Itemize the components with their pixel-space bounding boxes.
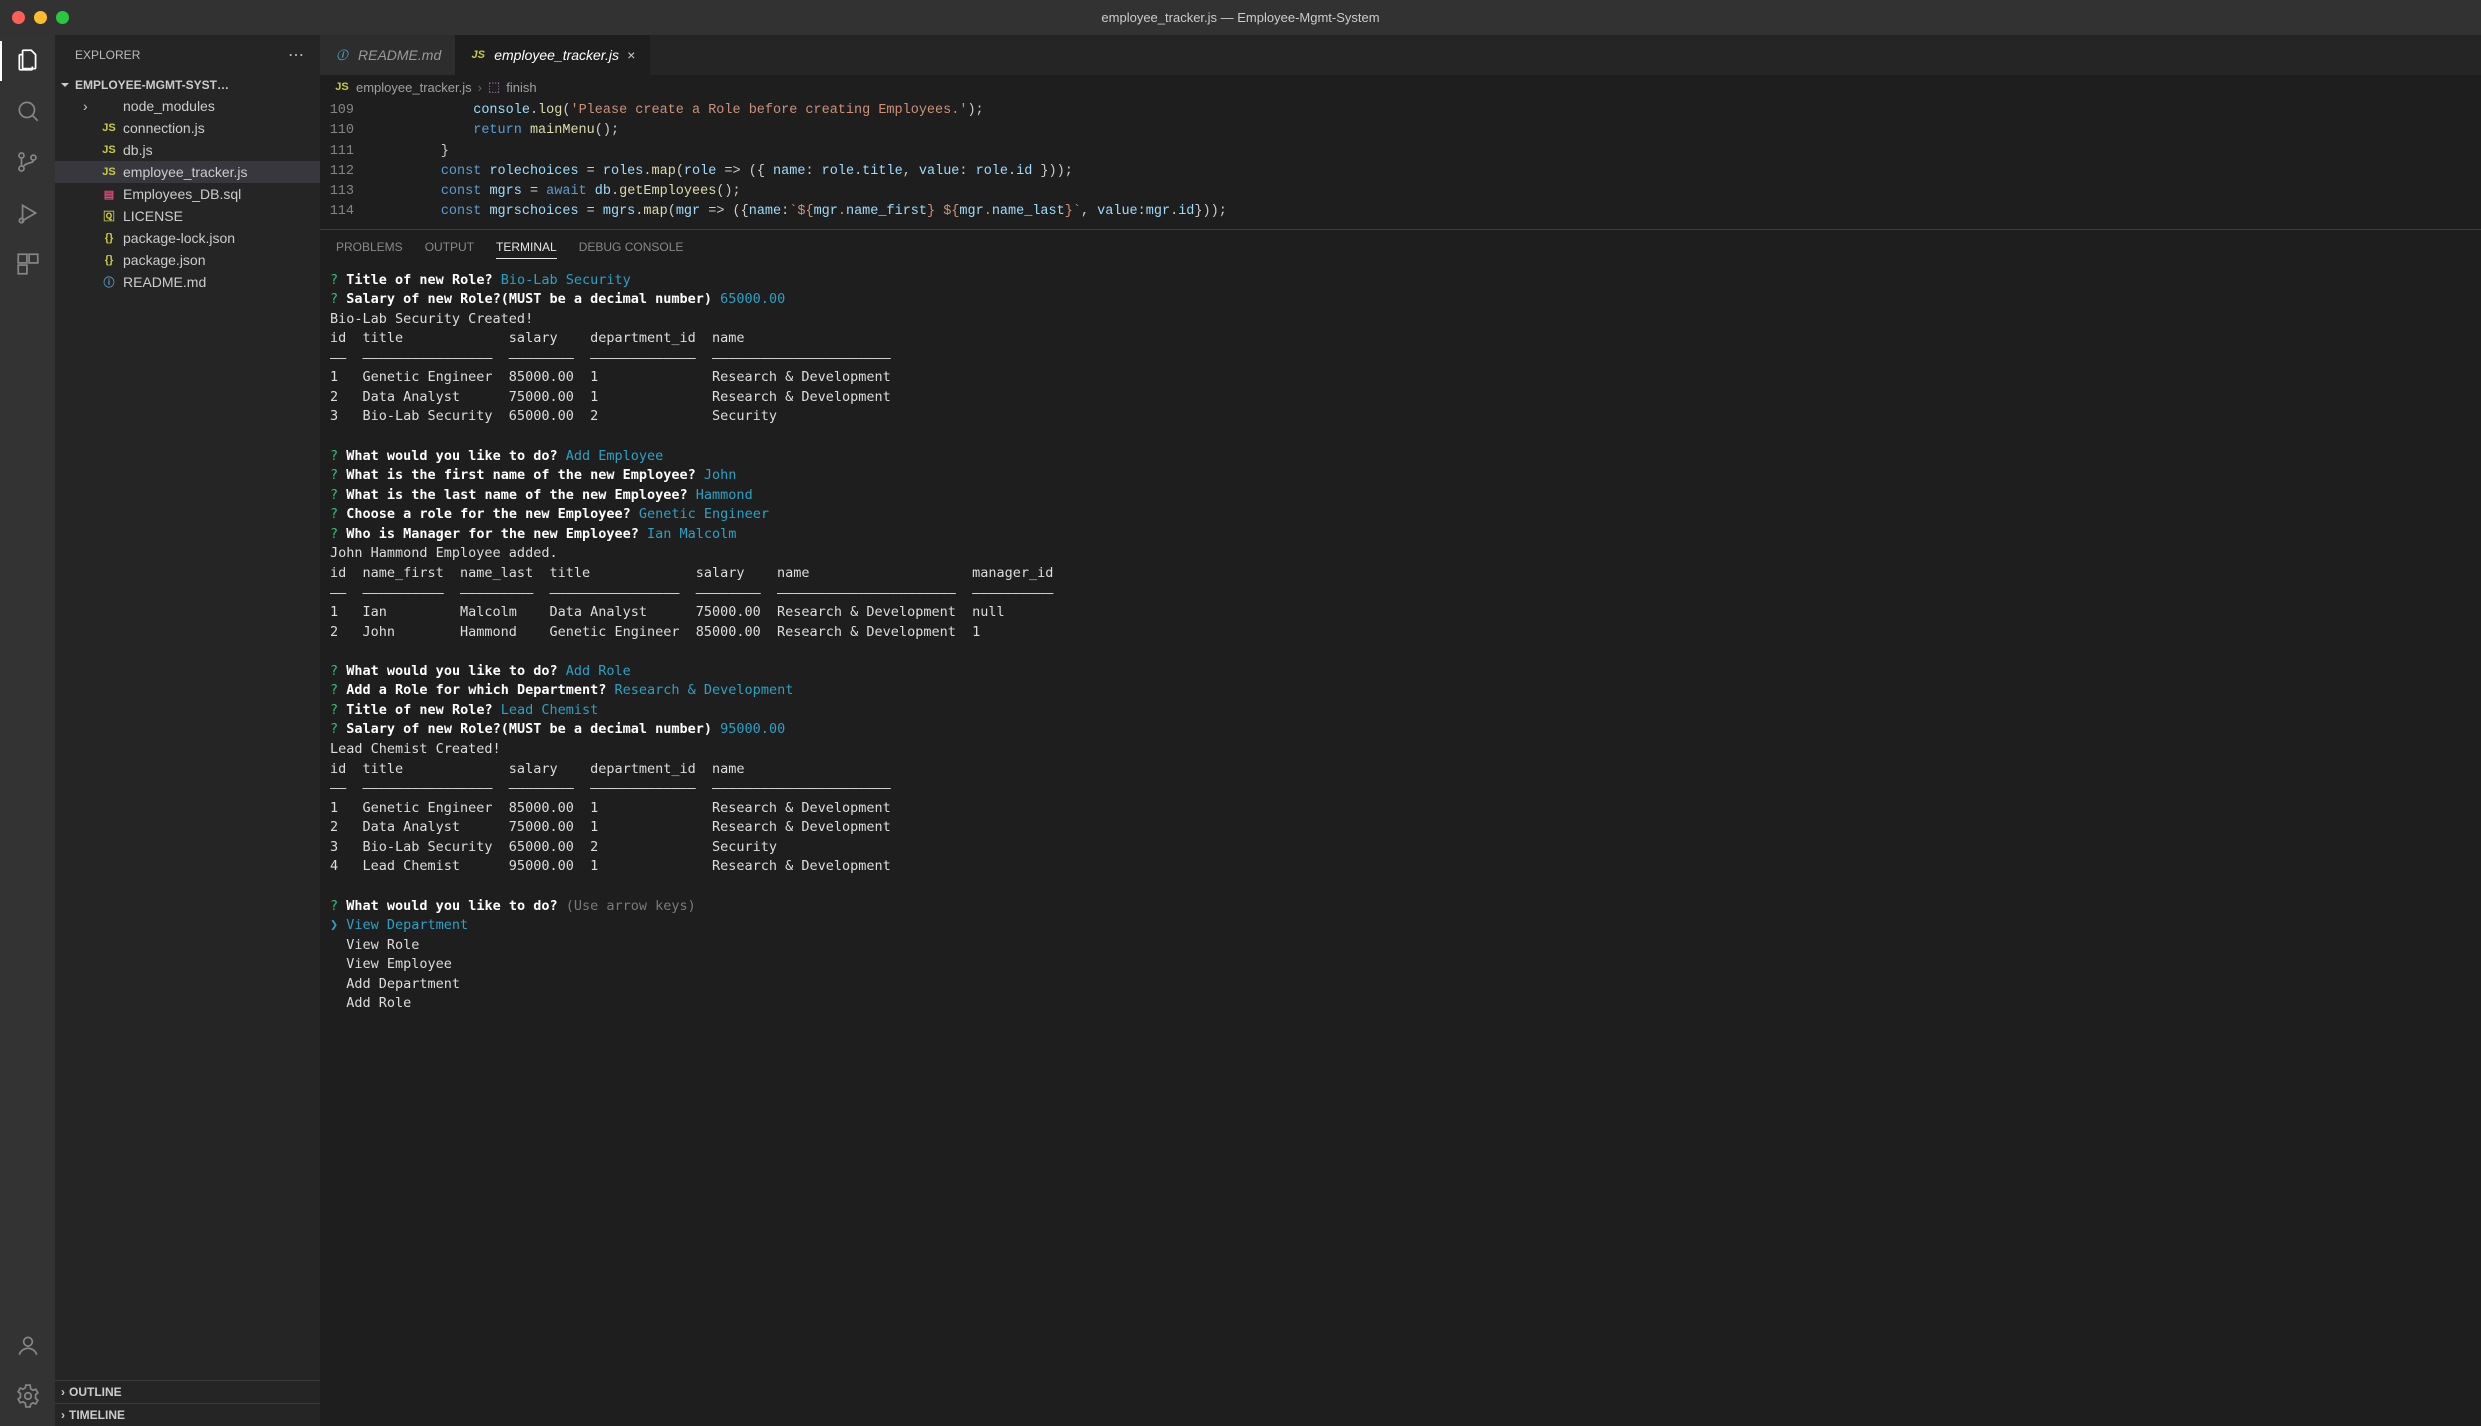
window-close[interactable]: [12, 11, 25, 24]
outline-header[interactable]: › OUTLINE: [55, 1380, 320, 1403]
chevron-down-icon: [59, 79, 71, 91]
activity-explorer[interactable]: [15, 47, 41, 76]
json-icon: {}: [101, 230, 117, 246]
panel-tab-terminal[interactable]: TERMINAL: [496, 236, 557, 259]
js-icon: JS: [101, 120, 117, 136]
window-maximize[interactable]: [56, 11, 69, 24]
js-icon: JS: [470, 47, 486, 63]
panel-tab-problems[interactable]: PROBLEMS: [336, 236, 403, 259]
json-icon: {}: [101, 252, 117, 268]
folder-icon: [101, 98, 117, 114]
chevron-right-icon: ›: [478, 80, 482, 95]
file-item-employee-tracker-js[interactable]: JS employee_tracker.js: [55, 161, 320, 183]
activity-source-control[interactable]: [15, 149, 41, 178]
titlebar: employee_tracker.js — Employee-Mgmt-Syst…: [0, 0, 2481, 35]
search-icon: [15, 98, 41, 124]
file-label: node_modules: [123, 98, 215, 114]
file-tree: › node_modules JS connection.js JS db.js JS emp…: [55, 95, 320, 1380]
panel-tab-output[interactable]: OUTPUT: [425, 236, 474, 259]
timeline-header[interactable]: › TIMELINE: [55, 1403, 320, 1426]
panel-tabs: PROBLEMS OUTPUT TERMINAL DEBUG CONSOLE: [320, 230, 2481, 265]
folder-name: EMPLOYEE-MGMT-SYST…: [75, 78, 229, 92]
chevron-right-icon: ›: [61, 1408, 65, 1422]
file-label: LICENSE: [123, 208, 183, 224]
file-item-connection-js[interactable]: JS connection.js: [55, 117, 320, 139]
cube-icon: ⬚: [488, 79, 500, 95]
git-branch-icon: [15, 149, 41, 175]
sidebar-more-icon[interactable]: ⋯: [288, 45, 304, 65]
file-item-license[interactable]: 🅀 LICENSE: [55, 205, 320, 227]
panel-tab-debug-console[interactable]: DEBUG CONSOLE: [579, 236, 684, 259]
breadcrumb-file: employee_tracker.js: [356, 80, 472, 95]
window-title: employee_tracker.js — Employee-Mgmt-Syst…: [1101, 10, 1379, 25]
file-item-package-lock-json[interactable]: {} package-lock.json: [55, 227, 320, 249]
extensions-icon: [15, 251, 41, 277]
file-item-node-modules[interactable]: › node_modules: [55, 95, 320, 117]
md-icon: ⓘ: [101, 274, 117, 290]
info-icon: ⓘ: [334, 47, 350, 63]
activity-search[interactable]: [15, 98, 41, 127]
close-icon[interactable]: ×: [627, 47, 635, 63]
js-icon: JS: [101, 142, 117, 158]
editor-tabs: ⓘ README.md JS employee_tracker.js ×: [320, 35, 2481, 75]
js-icon: JS: [334, 79, 350, 95]
tab-employee-tracker[interactable]: JS employee_tracker.js ×: [456, 35, 650, 75]
file-label: connection.js: [123, 120, 205, 136]
js-icon: JS: [101, 164, 117, 180]
debug-icon: [15, 200, 41, 226]
bottom-panel: PROBLEMS OUTPUT TERMINAL DEBUG CONSOLE ?…: [320, 229, 2481, 1426]
file-label: README.md: [123, 274, 206, 290]
chevron-right-icon: ›: [61, 1385, 65, 1399]
file-label: package.json: [123, 252, 206, 268]
file-item-employees-db-sql[interactable]: ▤ Employees_DB.sql: [55, 183, 320, 205]
editor-area: ⓘ README.md JS employee_tracker.js × JS …: [320, 35, 2481, 1426]
lic-icon: 🅀: [101, 208, 117, 224]
sidebar-title: EXPLORER: [75, 48, 140, 62]
window-minimize[interactable]: [34, 11, 47, 24]
activity-extensions[interactable]: [15, 251, 41, 280]
files-icon: [15, 47, 41, 73]
activity-settings[interactable]: [15, 1383, 41, 1412]
terminal[interactable]: ? Title of new Role? Bio-Lab Security ? …: [320, 265, 2481, 1426]
tab-label: employee_tracker.js: [494, 47, 619, 63]
file-label: Employees_DB.sql: [123, 186, 241, 202]
activity-debug[interactable]: [15, 200, 41, 229]
file-label: employee_tracker.js: [123, 164, 248, 180]
tab-readme[interactable]: ⓘ README.md: [320, 35, 456, 75]
db-icon: ▤: [101, 186, 117, 202]
tab-label: README.md: [358, 47, 441, 63]
file-item-package-json[interactable]: {} package.json: [55, 249, 320, 271]
sidebar: EXPLORER ⋯ EMPLOYEE-MGMT-SYST… › node_mod…: [55, 35, 320, 1426]
file-label: package-lock.json: [123, 230, 235, 246]
folder-header[interactable]: EMPLOYEE-MGMT-SYST…: [55, 75, 320, 95]
account-icon: [15, 1332, 41, 1358]
breadcrumb[interactable]: JS employee_tracker.js › ⬚ finish: [320, 75, 2481, 99]
breadcrumb-symbol: finish: [506, 80, 536, 95]
file-label: db.js: [123, 142, 153, 158]
gear-icon: [15, 1383, 41, 1409]
code-editor[interactable]: 109 console.log('Please create a Role be…: [320, 99, 2481, 229]
file-item-readme-md[interactable]: ⓘ README.md: [55, 271, 320, 293]
chevron-right-icon: ›: [83, 98, 95, 114]
activity-bar: [0, 35, 55, 1426]
activity-accounts[interactable]: [15, 1332, 41, 1361]
file-item-db-js[interactable]: JS db.js: [55, 139, 320, 161]
